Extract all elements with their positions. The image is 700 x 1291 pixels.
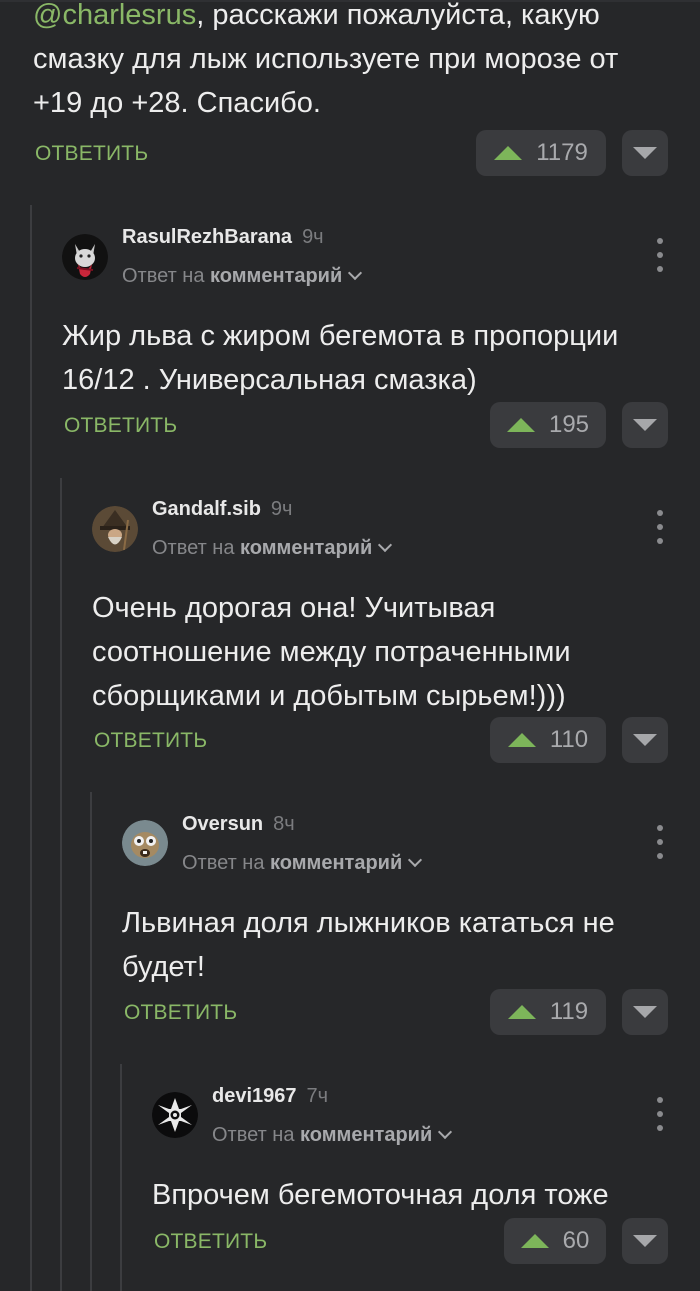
username[interactable]: Oversun 8ч — [182, 813, 295, 836]
rating-count: 110 — [549, 726, 589, 753]
thread-line-level-2[interactable] — [60, 478, 62, 1291]
reply-button[interactable]: ОТВЕТИТЬ — [94, 729, 207, 753]
timestamp: 7ч — [306, 1085, 329, 1107]
downvote-button[interactable] — [622, 989, 668, 1035]
downvote-button[interactable] — [622, 130, 668, 176]
avatar[interactable] — [92, 506, 138, 552]
chevron-down-icon — [348, 265, 363, 281]
avatar[interactable] — [122, 820, 168, 866]
chevron-down-icon — [408, 852, 423, 868]
arrow-down-icon — [633, 1006, 657, 1018]
reply-button[interactable]: ОТВЕТИТЬ — [64, 414, 177, 438]
upvote-button[interactable]: 1179 — [476, 130, 606, 176]
wizard-avatar-icon — [92, 506, 138, 552]
more-options-icon[interactable] — [650, 238, 670, 272]
rating-count: 1179 — [536, 139, 588, 166]
arrow-down-icon — [633, 734, 657, 746]
arrow-down-icon — [633, 147, 657, 159]
timestamp: 9ч — [270, 498, 293, 520]
comment-thread: @charlesrus, расскажи пожалуйста, какую … — [0, 0, 700, 1291]
username[interactable]: Gandalf.sib 9ч — [152, 498, 292, 521]
thread-line-level-1[interactable] — [30, 205, 32, 1291]
avatar[interactable] — [62, 234, 108, 280]
reply-to-link[interactable]: Ответ на комментарий — [122, 265, 363, 288]
arrow-up-icon — [520, 1234, 549, 1248]
upvote-button[interactable]: 60 — [504, 1218, 606, 1264]
reply-to-link[interactable]: Ответ на комментарий — [212, 1124, 453, 1147]
rating-count: 60 — [562, 1227, 590, 1254]
arrow-down-icon — [633, 419, 657, 431]
downvote-button[interactable] — [622, 402, 668, 448]
arrow-up-icon — [507, 733, 536, 747]
more-options-icon[interactable] — [650, 825, 670, 859]
avatar[interactable] — [152, 1092, 198, 1138]
red-fox-avatar-icon — [62, 234, 108, 280]
username[interactable]: devi1967 7ч — [212, 1085, 328, 1108]
squirrel-avatar-icon — [122, 820, 168, 866]
comment-text: Львиная доля лыжников кататься не будет! — [122, 907, 615, 983]
downvote-button[interactable] — [622, 1218, 668, 1264]
timestamp: 9ч — [302, 226, 324, 248]
reply-to-link[interactable]: Ответ на комментарий — [152, 537, 393, 560]
chevron-down-icon — [438, 1124, 453, 1140]
chevron-down-icon — [378, 537, 393, 553]
reply-button[interactable]: ОТВЕТИТЬ — [35, 142, 148, 166]
more-options-icon[interactable] — [650, 510, 670, 544]
more-options-icon[interactable] — [650, 1097, 670, 1131]
upvote-button[interactable]: 119 — [490, 989, 606, 1035]
rating-count: 195 — [548, 411, 590, 438]
arrow-up-icon — [494, 146, 523, 160]
reply-button[interactable]: ОТВЕТИТЬ — [154, 1230, 267, 1254]
downvote-button[interactable] — [622, 717, 668, 763]
reply-button[interactable]: ОТВЕТИТЬ — [124, 1001, 237, 1025]
comment-text: Впрочем бегемоточная доля тоже — [152, 1179, 609, 1211]
reply-to-link[interactable]: Ответ на комментарий — [182, 852, 423, 875]
upvote-button[interactable]: 195 — [490, 402, 606, 448]
comment-text: Очень дорогая она! Учитывая соотношение … — [92, 592, 571, 712]
arrow-up-icon — [506, 418, 535, 432]
arrow-up-icon — [507, 1005, 536, 1019]
username[interactable]: RasulRezhBarana 9ч — [122, 226, 324, 249]
iron-cross-avatar-icon — [152, 1092, 198, 1138]
comment-text: Жир льва с жиром бегемота в пропорции 16… — [62, 320, 619, 396]
rating-count: 119 — [549, 998, 589, 1025]
upvote-button[interactable]: 110 — [490, 717, 606, 763]
arrow-down-icon — [633, 1235, 657, 1247]
thread-line-level-3[interactable] — [90, 792, 92, 1291]
comment-text: @charlesrus, расскажи пожалуйста, какую … — [33, 0, 618, 125]
timestamp: 8ч — [273, 813, 295, 835]
mention-link[interactable]: @charlesrus — [33, 0, 196, 31]
thread-line-level-4[interactable] — [120, 1064, 122, 1291]
